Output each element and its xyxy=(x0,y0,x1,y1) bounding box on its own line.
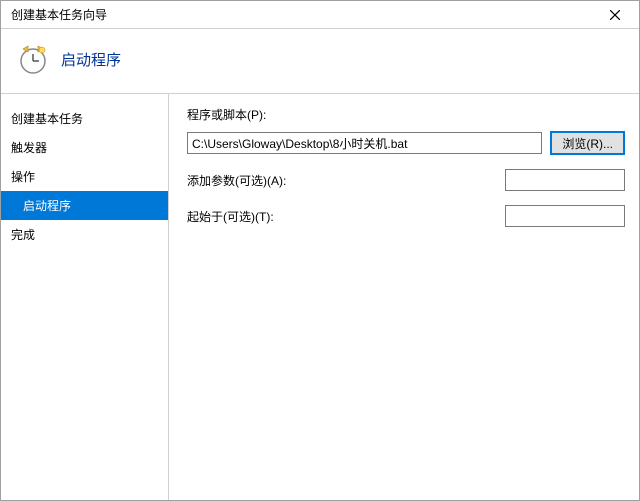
args-row: 添加参数(可选)(A): xyxy=(187,169,625,191)
titlebar: 创建基本任务向导 xyxy=(1,1,639,29)
startin-row: 起始于(可选)(T): xyxy=(187,205,625,227)
sidebar-item-create-task[interactable]: 创建基本任务 xyxy=(1,104,168,133)
sidebar-item-start-program[interactable]: 启动程序 xyxy=(1,191,168,220)
sidebar-item-finish[interactable]: 完成 xyxy=(1,220,168,249)
args-input[interactable] xyxy=(505,169,625,191)
args-label: 添加参数(可选)(A): xyxy=(187,172,505,189)
startin-label: 起始于(可选)(T): xyxy=(187,208,505,225)
close-button[interactable] xyxy=(597,1,633,28)
sidebar-item-label: 完成 xyxy=(11,228,35,242)
sidebar-item-label: 触发器 xyxy=(11,141,47,155)
program-row: 浏览(R)... xyxy=(187,131,625,155)
browse-button[interactable]: 浏览(R)... xyxy=(550,131,625,155)
sidebar-item-label: 启动程序 xyxy=(23,199,71,213)
body: 创建基本任务 触发器 操作 启动程序 完成 程序或脚本(P): 浏览(R)... xyxy=(1,93,639,500)
close-icon xyxy=(610,7,620,23)
page-title: 启动程序 xyxy=(61,49,121,70)
header: 启动程序 xyxy=(1,29,639,93)
sidebar: 创建基本任务 触发器 操作 启动程序 完成 xyxy=(1,94,169,500)
startin-input[interactable] xyxy=(505,205,625,227)
program-input[interactable] xyxy=(187,132,542,154)
main-panel: 程序或脚本(P): 浏览(R)... 添加参数(可选)(A): 起始于(可选)(… xyxy=(169,94,639,500)
sidebar-item-label: 操作 xyxy=(11,170,35,184)
window-title: 创建基本任务向导 xyxy=(11,6,597,23)
sidebar-item-label: 创建基本任务 xyxy=(11,112,83,126)
clock-icon xyxy=(17,43,49,75)
wizard-window: 创建基本任务向导 启动程序 创建基本任 xyxy=(0,0,640,501)
sidebar-item-trigger[interactable]: 触发器 xyxy=(1,133,168,162)
sidebar-item-action[interactable]: 操作 xyxy=(1,162,168,191)
program-label: 程序或脚本(P): xyxy=(187,106,625,123)
